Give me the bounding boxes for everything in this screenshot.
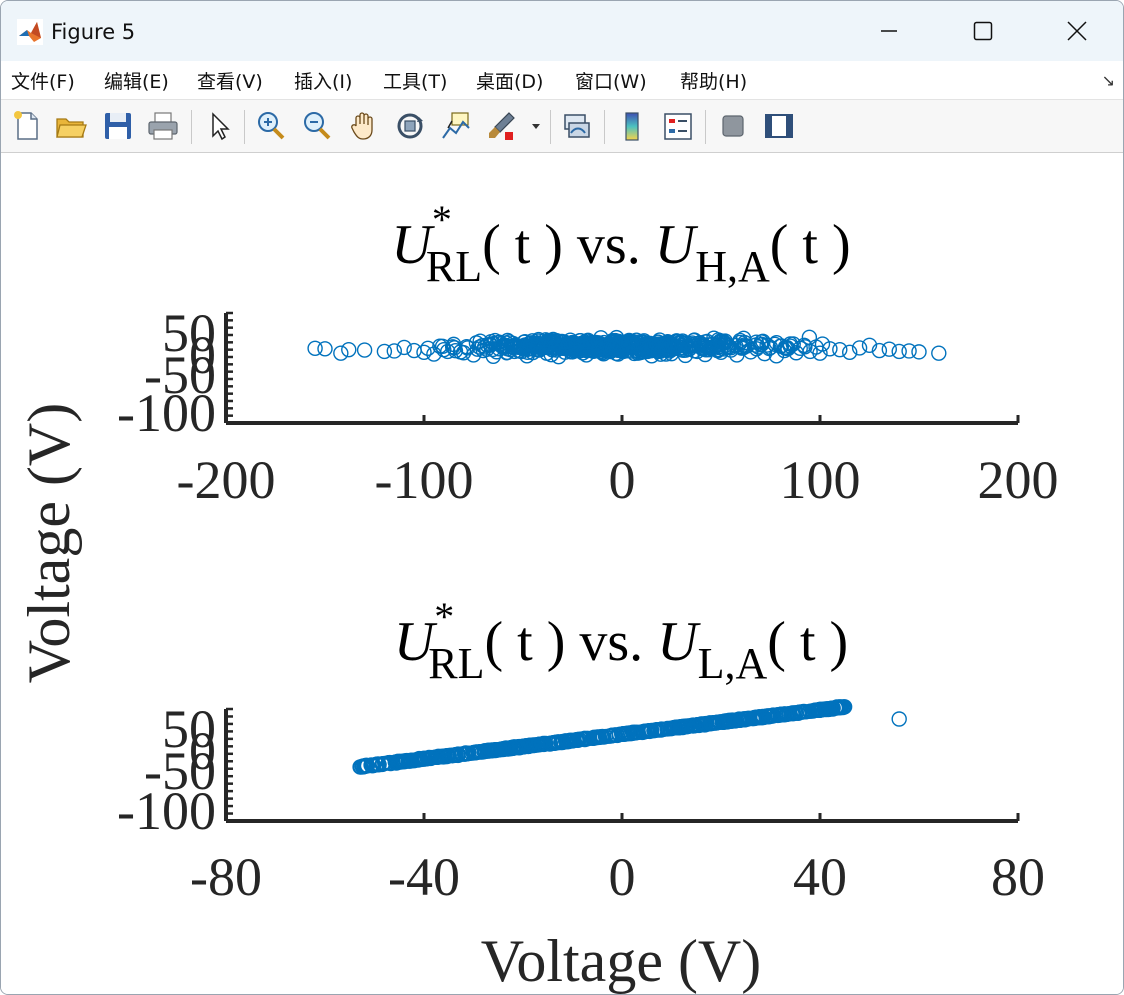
matlab-logo xyxy=(17,19,43,45)
brush-dropdown-icon[interactable] xyxy=(529,108,543,144)
maximize-button[interactable] xyxy=(953,11,1013,51)
title2-sub-rl: RL xyxy=(428,639,484,688)
subplot1-axes: -200 -100 0 100 200500-50-100 xyxy=(117,303,1058,510)
plot-canvas: Voltage (V) Voltage (V) U* RL( t ) vs. UH… xyxy=(16,197,1059,994)
data-point-outlier xyxy=(891,711,907,727)
window-title: Figure 5 xyxy=(51,20,136,44)
menu-overflow-arrow-icon[interactable]: ↘ xyxy=(1102,71,1115,91)
title2-mid: ( t ) vs. xyxy=(485,611,658,673)
y-tick-label: -100 xyxy=(117,781,216,841)
menu-window[interactable]: 窗口(W) xyxy=(573,67,649,94)
maximize-icon xyxy=(973,21,993,41)
menu-edit[interactable]: 编辑(E) xyxy=(102,67,171,94)
hide-plot-tools-icon[interactable] xyxy=(715,108,751,144)
new-figure-icon[interactable] xyxy=(9,108,45,144)
brush-icon[interactable] xyxy=(483,108,519,144)
x-tick-label: 40 xyxy=(793,847,847,907)
title1-mid: ( t ) vs. xyxy=(482,214,655,276)
legend-icon[interactable] xyxy=(660,108,696,144)
save-icon[interactable] xyxy=(100,108,136,144)
toolbar-separator xyxy=(705,110,706,144)
toolbar-separator xyxy=(244,110,245,144)
data-point xyxy=(406,342,422,359)
menu-help[interactable]: 帮助(H) xyxy=(678,67,749,94)
zoom-out-icon[interactable] xyxy=(299,108,335,144)
title1-u2: U xyxy=(655,214,699,276)
menu-insert[interactable]: 插入(I) xyxy=(292,67,354,94)
title1-sub2: H,A xyxy=(695,242,770,291)
subplot2-title: U* RL( t ) vs. UL,A( t ) xyxy=(394,594,848,688)
select-arrow-icon[interactable] xyxy=(201,108,237,144)
toolbar-separator xyxy=(604,110,605,144)
x-tick-label: 100 xyxy=(780,450,861,510)
title1-star: * xyxy=(432,197,452,242)
data-point xyxy=(317,341,333,357)
x-tick-label: 80 xyxy=(991,847,1045,907)
data-cursor-icon[interactable] xyxy=(438,108,474,144)
menu-bar: 文件(F) 编辑(E) 查看(V) 插入(I) 工具(T) 桌面(D) 窗口(W… xyxy=(1,61,1123,100)
title2-star: * xyxy=(434,594,454,639)
title2-u2: U xyxy=(657,611,701,673)
print-icon[interactable] xyxy=(145,108,181,144)
data-point xyxy=(911,344,927,360)
scatter-series xyxy=(352,699,907,775)
minimize-icon xyxy=(881,30,897,32)
x-tick-label: 0 xyxy=(609,450,636,510)
data-point xyxy=(396,339,412,356)
rotate-3d-icon[interactable] xyxy=(392,108,428,144)
subplot1-title: U* RL( t ) vs. UH,A( t ) xyxy=(391,197,850,291)
data-point xyxy=(333,345,349,361)
scatter-series xyxy=(307,329,947,365)
figure-toolbar xyxy=(1,100,1123,153)
open-file-icon[interactable] xyxy=(53,108,89,144)
link-plot-icon[interactable] xyxy=(559,108,595,144)
menu-desktop[interactable]: 桌面(D) xyxy=(474,67,545,94)
title-bar: Figure 5 xyxy=(1,1,1123,61)
x-tick-label: -40 xyxy=(388,847,460,907)
menu-tools[interactable]: 工具(T) xyxy=(381,67,449,94)
title2-end: ( t ) xyxy=(767,611,848,673)
data-point xyxy=(341,341,357,358)
xlabel: Voltage (V) xyxy=(481,928,762,994)
x-tick-label: -80 xyxy=(190,847,262,907)
show-plot-tools-icon[interactable] xyxy=(761,108,797,144)
x-tick-label: 200 xyxy=(978,450,1059,510)
title1-end: ( t ) xyxy=(770,214,851,276)
toolbar-separator xyxy=(550,110,551,144)
figure-canvas: Voltage (V) Voltage (V) U* RL( t ) vs. UH… xyxy=(1,153,1123,994)
title2-sub2: L,A xyxy=(698,639,768,688)
x-tick-label: -100 xyxy=(375,450,474,510)
colorbar-icon[interactable] xyxy=(614,108,650,144)
title1-sub-rl: RL xyxy=(426,242,482,291)
minimize-button[interactable] xyxy=(859,11,919,51)
data-point xyxy=(356,342,373,358)
data-point xyxy=(386,343,402,359)
data-point xyxy=(881,341,897,357)
shared-ylabel: Voltage (V) xyxy=(16,403,82,684)
data-point xyxy=(832,341,848,358)
pan-hand-icon[interactable] xyxy=(346,108,382,144)
figure-window: Figure 5 文件(F) 编辑(E) 查看(V) 插入(I) 工具(T) 桌… xyxy=(0,0,1124,995)
x-tick-label: 0 xyxy=(609,847,636,907)
menu-view[interactable]: 查看(V) xyxy=(195,67,265,94)
subplot2-axes: -80 -40 0 40 80500-50-100 xyxy=(117,699,1045,907)
close-icon xyxy=(1067,21,1087,41)
data-point xyxy=(416,344,432,361)
data-point xyxy=(931,345,947,361)
toolbar-separator xyxy=(191,110,192,144)
y-tick-label: -100 xyxy=(117,383,216,443)
x-tick-label: -200 xyxy=(177,450,276,510)
close-button[interactable] xyxy=(1047,11,1107,51)
menu-file[interactable]: 文件(F) xyxy=(9,67,77,94)
zoom-in-icon[interactable] xyxy=(253,108,289,144)
